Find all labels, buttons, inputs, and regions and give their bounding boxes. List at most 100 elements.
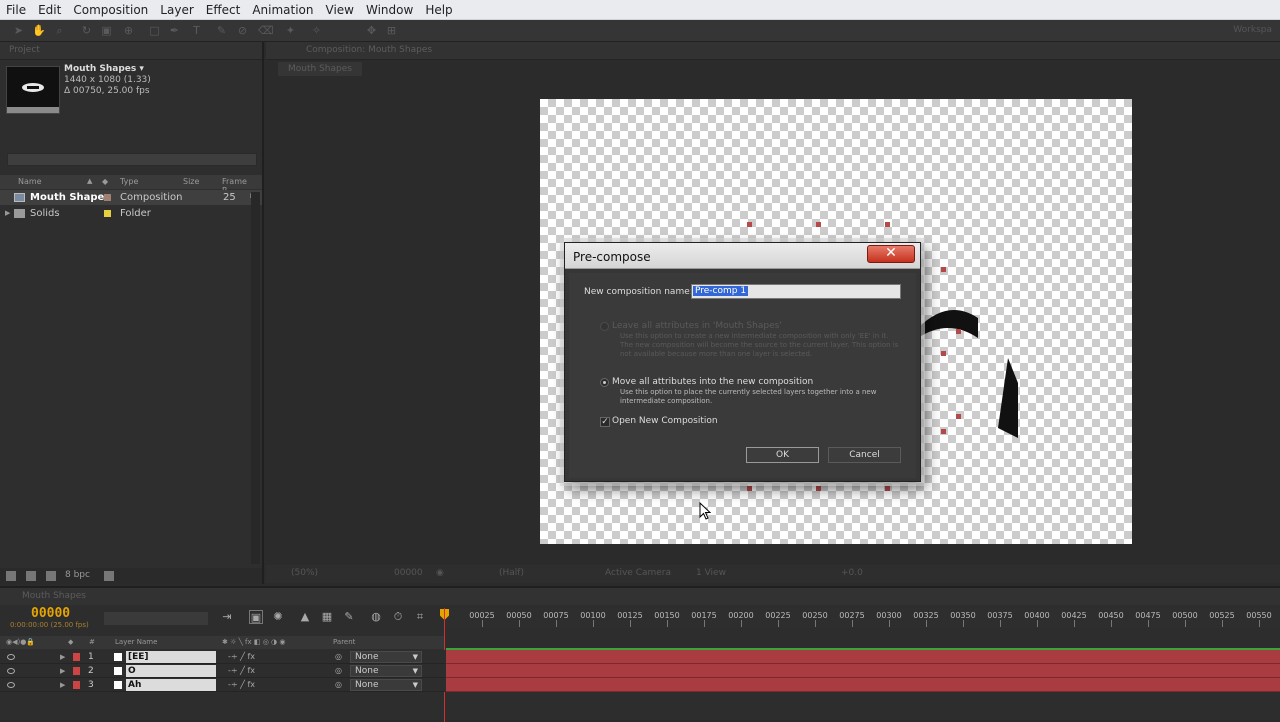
trash-icon[interactable] (104, 571, 114, 581)
menu-edit[interactable]: Edit (32, 0, 67, 20)
clone-tool-icon[interactable]: ⊘ (236, 24, 249, 37)
layer-name[interactable]: [EE] (126, 651, 216, 663)
composition-tab[interactable]: Composition: Mouth Shapes (266, 42, 1280, 60)
resolution-dropdown[interactable]: (Half) (499, 568, 524, 578)
pan-behind-tool-icon[interactable]: ⊕ (122, 24, 135, 37)
layer-name-header[interactable]: Layer Name (115, 638, 157, 646)
open-new-composition-checkbox[interactable]: ✓ (600, 417, 610, 427)
draft-3d-icon[interactable]: ▣ (249, 610, 263, 624)
camera-dropdown[interactable]: Active Camera (605, 568, 671, 578)
axis-world-icon[interactable]: ⊞ (385, 24, 398, 37)
expand-arrow-icon[interactable]: ▶ (5, 206, 10, 221)
label-column-icon[interactable]: ◆ (102, 177, 108, 186)
label-swatch[interactable] (73, 653, 80, 661)
project-item-solids[interactable]: ▶ Solids Folder (0, 206, 262, 221)
layer-row[interactable]: ▶ 3 Ah -∻ ╱ fx ◎ None ▼ (0, 678, 445, 692)
layer-name[interactable]: Ah (126, 679, 216, 691)
layer-row[interactable]: ▶ 2 O -∻ ╱ fx ◎ None ▼ (0, 664, 445, 678)
layer-duration-bar[interactable] (446, 678, 1280, 692)
graph-editor-icon[interactable]: ⏱ (391, 610, 405, 624)
layer-handle[interactable] (816, 486, 821, 491)
close-button[interactable]: ✕ (867, 245, 915, 263)
brainstorm-icon[interactable]: ✎ (342, 610, 356, 624)
timeline-tab[interactable]: Mouth Shapes (0, 588, 1280, 605)
layer-row[interactable]: ▶ 1 [EE] -∻ ╱ fx ◎ None ▼ (0, 650, 445, 664)
project-search-input[interactable] (7, 153, 257, 166)
pickwhip-icon[interactable]: ◎ (335, 650, 342, 664)
layer-handle[interactable] (747, 486, 752, 491)
workspace-label[interactable]: Workspa (1233, 25, 1272, 35)
expand-arrow-icon[interactable]: ▶ (60, 650, 65, 664)
label-swatch[interactable] (104, 194, 111, 201)
pickwhip-icon[interactable]: ◎ (335, 678, 342, 692)
dialog-titlebar[interactable]: Pre-compose ✕ (565, 243, 920, 269)
parent-dropdown[interactable]: None ▼ (350, 651, 422, 663)
eye-icon[interactable] (7, 682, 15, 688)
menu-view[interactable]: View (320, 0, 360, 20)
composition-info-name[interactable]: Mouth Shapes ▾ (64, 64, 151, 75)
column-name[interactable]: Name (18, 177, 42, 186)
auto-keyframe-icon[interactable]: ◍ (369, 610, 383, 624)
hand-tool-icon[interactable]: ✋ (32, 24, 46, 37)
leave-attributes-radio[interactable] (600, 322, 609, 331)
layer-handle[interactable] (941, 267, 946, 272)
project-item-mouth-shapes[interactable]: Mouth Shapes Composition 25 ⧉ (0, 190, 262, 205)
menu-layer[interactable]: Layer (154, 0, 199, 20)
bit-depth-label[interactable]: 8 bpc (65, 570, 90, 580)
layer-duration-bar[interactable] (446, 664, 1280, 678)
shy-layers-icon[interactable]: ✺ (271, 610, 285, 624)
layer-handle[interactable] (941, 351, 946, 356)
expand-arrow-icon[interactable]: ▶ (60, 664, 65, 678)
eraser-tool-icon[interactable]: ⌫ (258, 24, 274, 37)
parent-dropdown[interactable]: None ▼ (350, 679, 422, 691)
menu-window[interactable]: Window (360, 0, 419, 20)
layer-switches[interactable]: -∻ ╱ fx (228, 678, 255, 692)
timeline-search-input[interactable] (104, 612, 208, 625)
eye-icon[interactable] (7, 668, 15, 674)
label-swatch[interactable] (73, 667, 80, 675)
label-swatch[interactable] (73, 681, 80, 689)
menu-composition[interactable]: Composition (67, 0, 154, 20)
pen-tool-icon[interactable]: ✒ (168, 24, 181, 37)
camera-tool-icon[interactable]: ▣ (100, 24, 113, 37)
axis-mode-icon[interactable]: ✥ (365, 24, 378, 37)
project-tab[interactable]: Project (0, 42, 262, 60)
views-dropdown[interactable]: 1 View (696, 568, 726, 578)
interpret-footage-icon[interactable] (6, 571, 16, 581)
menu-effect[interactable]: Effect (200, 0, 247, 20)
composition-breadcrumb[interactable]: Mouth Shapes (278, 62, 362, 76)
viewer-timecode[interactable]: 00000 (394, 568, 423, 578)
zoom-tool-icon[interactable]: ⌕ (53, 24, 66, 37)
cancel-button[interactable]: Cancel (828, 447, 901, 463)
label-swatch[interactable] (104, 210, 111, 217)
new-composition-icon[interactable] (46, 571, 56, 581)
brush-tool-icon[interactable]: ✎ (215, 24, 228, 37)
pickwhip-icon[interactable]: ◎ (335, 664, 342, 678)
timeline-timecode[interactable]: 00000 (31, 606, 70, 621)
project-scrollbar[interactable] (251, 192, 260, 564)
layer-duration-bar[interactable] (446, 650, 1280, 664)
menu-help[interactable]: Help (419, 0, 458, 20)
time-ruler[interactable]: 00025 00050 00075 00100 00125 00150 00175 00200… (445, 608, 1280, 628)
layer-handle[interactable] (941, 429, 946, 434)
rectangle-tool-icon[interactable]: □ (148, 24, 161, 37)
motion-blur-icon[interactable]: ▦ (320, 610, 334, 624)
layer-name[interactable]: O (126, 665, 216, 677)
parent-dropdown[interactable]: None ▼ (350, 665, 422, 677)
expand-arrow-icon[interactable]: ▶ (60, 678, 65, 692)
rotate-tool-icon[interactable]: ↻ (80, 24, 93, 37)
ok-button[interactable]: OK (746, 447, 819, 463)
layer-handle[interactable] (956, 414, 961, 419)
roto-tool-icon[interactable]: ✦ (284, 24, 297, 37)
selection-tool-icon[interactable]: ➤ (12, 24, 25, 37)
layer-handle[interactable] (816, 222, 821, 227)
composition-name-input[interactable]: Pre-comp 1 (691, 284, 901, 299)
type-tool-icon[interactable]: T (190, 24, 203, 37)
frame-blending-icon[interactable]: ▲ (298, 610, 312, 624)
comp-mini-flowchart-icon[interactable]: ⇥ (220, 610, 234, 624)
exposure-value[interactable]: +0.0 (841, 568, 863, 578)
column-size[interactable]: Size (183, 177, 199, 186)
snapshot-icon[interactable]: ◉ (436, 568, 444, 578)
layer-handle[interactable] (885, 486, 890, 491)
column-type[interactable]: Type (120, 177, 138, 186)
